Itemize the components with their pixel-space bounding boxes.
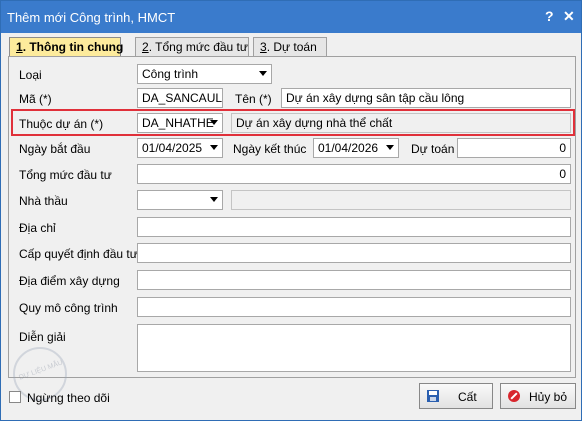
- dia-diem-field[interactable]: [137, 270, 571, 290]
- dien-giai-label: Diễn giải: [19, 330, 66, 344]
- chevron-down-icon: [386, 145, 394, 150]
- thuoc-du-an-label: Thuộc dự án (*): [19, 117, 104, 131]
- cap-quyet-dinh-label: Cấp quyết định đầu tư: [19, 247, 138, 261]
- tab-number: 2: [142, 40, 149, 54]
- tab-thong-tin-chung[interactable]: 1. Thông tin chung: [9, 37, 124, 58]
- cancel-icon: [508, 390, 520, 402]
- ten-field[interactable]: Dự án xây dựng sân tập cầu lông: [281, 88, 571, 108]
- chevron-down-icon: [210, 120, 218, 125]
- dialog-window: Thêm mới Công trình, HMCT ? ✕ 1. Thông t…: [0, 0, 582, 421]
- ngay-ket-thuc-label: Ngày kết thúc: [233, 142, 307, 156]
- loai-dropdown[interactable]: Công trình: [137, 64, 272, 84]
- dien-giai-textarea[interactable]: [137, 324, 571, 372]
- chevron-down-icon: [210, 197, 218, 202]
- cancel-label: Hủy bỏ: [529, 390, 568, 404]
- tab-du-toan[interactable]: 3. Dự toán: [253, 37, 327, 57]
- nha-thau-label: Nhà thầu: [19, 194, 68, 208]
- save-button[interactable]: Cất: [419, 383, 493, 409]
- tab-number: 1: [16, 40, 23, 54]
- dia-diem-label: Địa điểm xây dựng: [19, 274, 120, 288]
- ngung-theo-doi-checkbox[interactable]: [9, 391, 21, 403]
- window-title: Thêm mới Công trình, HMCT: [7, 10, 176, 25]
- tong-muc-dau-tu-field[interactable]: 0: [137, 164, 571, 184]
- du-toan-field[interactable]: 0: [457, 138, 571, 158]
- title-bar[interactable]: Thêm mới Công trình, HMCT ? ✕: [1, 1, 581, 33]
- ma-label: Mã (*): [19, 92, 52, 106]
- save-icon: [427, 390, 439, 402]
- loai-value: Công trình: [142, 67, 199, 81]
- dia-chi-field[interactable]: [137, 217, 571, 237]
- chevron-down-icon: [210, 145, 218, 150]
- stamp-text: DỰ LIỆU MẪU: [18, 359, 64, 382]
- chevron-down-icon: [259, 71, 267, 76]
- tab-tong-muc-dau-tu[interactable]: 2. Tổng mức đầu tư: [135, 37, 249, 57]
- thuoc-du-an-value: DA_NHATHE: [142, 116, 214, 130]
- cancel-button[interactable]: Hủy bỏ: [500, 383, 576, 409]
- ngay-ket-thuc-value: 01/04/2026: [318, 141, 379, 155]
- tab-label: . Dự toán: [266, 40, 317, 54]
- loai-label: Loại: [19, 68, 42, 82]
- ngay-bat-dau-field[interactable]: 01/04/2025: [137, 138, 223, 158]
- ma-field[interactable]: DA_SANCAUL: [137, 88, 223, 108]
- save-label: Cất: [458, 390, 477, 404]
- quy-mo-field[interactable]: [137, 297, 571, 317]
- tong-muc-dau-tu-label: Tổng mức đầu tư: [19, 168, 112, 182]
- ngay-bat-dau-value: 01/04/2025: [142, 141, 203, 155]
- ten-label: Tên (*): [235, 92, 272, 106]
- tab-label: . Tổng mức đầu tư: [148, 40, 248, 54]
- nha-thau-name: [231, 190, 571, 210]
- tab-number: 3: [260, 40, 267, 54]
- help-icon[interactable]: ?: [545, 8, 554, 24]
- thuoc-du-an-name: Dự án xây dựng nhà thể chất: [231, 113, 571, 133]
- thuoc-du-an-dropdown[interactable]: DA_NHATHE: [137, 113, 223, 133]
- dia-chi-label: Địa chỉ: [19, 221, 56, 235]
- tab-label: . Thông tin chung: [22, 40, 124, 54]
- close-icon[interactable]: ✕: [563, 8, 575, 25]
- ngay-bat-dau-label: Ngày bắt đầu: [19, 142, 91, 156]
- du-toan-label: Dự toán: [411, 142, 455, 156]
- cap-quyet-dinh-field[interactable]: [137, 243, 571, 263]
- ngay-ket-thuc-field[interactable]: 01/04/2026: [313, 138, 399, 158]
- quy-mo-label: Quy mô công trình: [19, 301, 118, 315]
- ngung-theo-doi-label: Ngừng theo dõi: [27, 391, 110, 405]
- nha-thau-dropdown[interactable]: [137, 190, 223, 210]
